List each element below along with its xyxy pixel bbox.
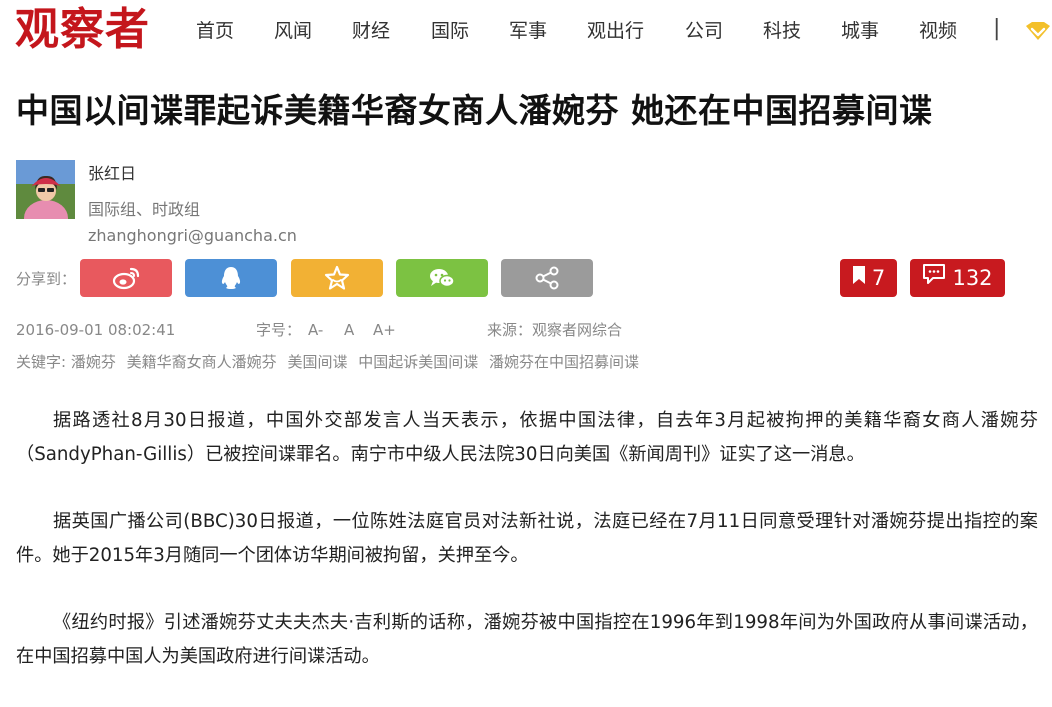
keyword-link[interactable]: 美籍华裔女商人潘婉芬 [127, 353, 277, 371]
nav-item-city[interactable]: 城事 [841, 17, 879, 45]
share-qq-button[interactable] [185, 259, 277, 297]
site-header: 观察者 首页 风闻 财经 国际 军事 观出行 公司 科技 城事 视频 | [0, 0, 1052, 62]
keyword-link[interactable]: 潘婉芬 [71, 353, 116, 371]
nav-item-finance[interactable]: 财经 [352, 17, 390, 45]
keyword-link[interactable]: 美国间谍 [287, 353, 347, 371]
nav-item-tech[interactable]: 科技 [763, 17, 801, 45]
nav-item-company[interactable]: 公司 [685, 17, 723, 45]
nav-item-fengwen[interactable]: 风闻 [274, 17, 312, 45]
share-favorite-button[interactable] [291, 259, 383, 297]
share-label: 分享到： [16, 270, 77, 288]
star-icon [324, 265, 350, 291]
nav-item-travel[interactable]: 观出行 [587, 17, 644, 45]
share-wechat-button[interactable] [396, 259, 488, 297]
comment-icon [922, 259, 946, 297]
font-size-label: 字号： [256, 321, 302, 339]
keywords-label: 关键字: [16, 353, 67, 371]
author-department: 国际组、时政组 [88, 200, 201, 219]
qq-icon [219, 265, 243, 291]
bookmark-icon [852, 259, 866, 297]
share-icon [534, 266, 560, 290]
author-name[interactable]: 张红日 [88, 163, 136, 185]
nav-item-international[interactable]: 国际 [431, 17, 469, 45]
nav-item-home[interactable]: 首页 [196, 17, 234, 45]
article-paragraph: 《纽约时报》引述潘婉芬丈夫夫杰夫·吉利斯的话称，潘婉芬被中国指控在1996年到1… [16, 612, 1038, 667]
font-size-normal[interactable]: A [344, 320, 354, 340]
nav-item-military[interactable]: 军事 [509, 17, 547, 45]
font-size-increase[interactable]: A+ [373, 320, 396, 340]
article-source: 来源：观察者网综合 [487, 321, 623, 339]
site-logo[interactable]: 观察者 [15, 2, 150, 58]
share-more-button[interactable] [501, 259, 593, 297]
comment-count-button[interactable]: 132 [910, 259, 1005, 297]
bookmark-count-button[interactable]: 7 [840, 259, 897, 297]
keyword-link[interactable]: 潘婉芬在中国招募间谍 [489, 353, 639, 371]
bookmark-count: 7 [871, 266, 886, 290]
comment-count: 132 [952, 266, 993, 290]
nav-separator: | [993, 16, 1001, 41]
article-paragraph: 据英国广播公司(BBC)30日报道，一位陈姓法庭官员对法新社说，法庭已经在7月1… [16, 511, 1038, 566]
nav-item-video[interactable]: 视频 [919, 17, 957, 45]
wechat-icon [428, 266, 456, 290]
vip-icon[interactable] [1024, 20, 1052, 44]
author-email[interactable]: zhanghongri@guancha.cn [88, 225, 297, 247]
font-size-decrease[interactable]: A- [308, 320, 323, 340]
author-avatar[interactable] [16, 160, 75, 219]
weibo-icon [111, 266, 141, 290]
publish-date: 2016-09-01 08:02:41 [16, 321, 176, 339]
article-title: 中国以间谍罪起诉美籍华裔女商人潘婉芬 她还在中国招募间谍 [16, 91, 933, 130]
article-body: 据路透社8月30日报道，中国外交部发言人当天表示，依据中国法律，自去年3月起被拘… [16, 404, 1038, 707]
keywords-bar: 关键字: 潘婉芬 美籍华裔女商人潘婉芬 美国间谍 中国起诉美国间谍 潘婉芬在中国… [16, 352, 645, 372]
article-paragraph: 据路透社8月30日报道，中国外交部发言人当天表示，依据中国法律，自去年3月起被拘… [16, 410, 1038, 465]
share-weibo-button[interactable] [80, 259, 172, 297]
keyword-link[interactable]: 中国起诉美国间谍 [358, 353, 478, 371]
